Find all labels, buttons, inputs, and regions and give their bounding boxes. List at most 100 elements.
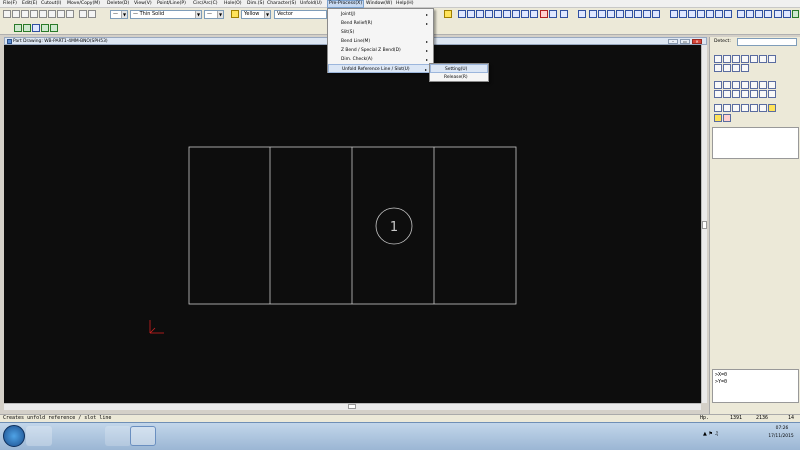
media-player-icon[interactable] [51, 426, 77, 446]
save-icon[interactable] [21, 10, 29, 18]
part-outline[interactable] [188, 146, 517, 305]
tangent-line-icon[interactable] [625, 10, 633, 18]
menu-move-copy[interactable]: Move/Copy(M) [67, 1, 100, 7]
menu-item-z-bend[interactable]: Z Bend / Special Z Bend(D) ▸ [328, 46, 433, 55]
tool-row3-1-icon[interactable] [714, 104, 722, 112]
move-icon[interactable] [783, 10, 791, 18]
notch-u-icon[interactable] [715, 10, 723, 18]
shape-d-icon[interactable] [732, 64, 740, 72]
pinned-app-icon[interactable] [155, 426, 181, 446]
shape-key-icon[interactable] [741, 64, 749, 72]
corner-chamfer-icon[interactable] [679, 10, 687, 18]
line-type-select[interactable]: — Thin Solid ▼ [130, 10, 202, 19]
cad-app-icon[interactable] [130, 426, 156, 446]
zoom-all-icon[interactable] [467, 10, 475, 18]
layer-icon[interactable] [57, 10, 65, 18]
menu-character[interactable]: Character(S) [267, 1, 296, 7]
polyline-icon[interactable] [616, 10, 624, 18]
tool-row3-4-icon[interactable] [741, 104, 749, 112]
file-explorer-icon[interactable] [26, 426, 52, 446]
menu-file[interactable]: File(F) [3, 1, 17, 7]
shape-slot-icon[interactable] [768, 55, 776, 63]
save-as-icon[interactable] [30, 10, 38, 18]
mirror-icon[interactable] [755, 10, 763, 18]
circle-icon[interactable] [652, 10, 660, 18]
shape-pin-icon[interactable] [714, 64, 722, 72]
tool-grid-11-icon[interactable] [741, 90, 749, 98]
menu-item-bend-line[interactable]: Bend Line(M) ▸ [328, 37, 433, 46]
rectangle-icon[interactable] [634, 10, 642, 18]
notch-icon[interactable] [697, 10, 705, 18]
diagonal-line-icon[interactable] [607, 10, 615, 18]
shape-square-icon[interactable] [723, 55, 731, 63]
snap-icon[interactable] [792, 10, 799, 18]
tool-grid-8-icon[interactable] [714, 90, 722, 98]
menu-cutout[interactable]: Cutout(I) [41, 1, 61, 7]
vertical-scroll-thumb[interactable] [702, 221, 707, 229]
menu-help[interactable]: Help(H) [396, 1, 414, 7]
tool-row3-7-icon[interactable] [768, 104, 776, 112]
start-button[interactable] [3, 425, 25, 447]
break-icon[interactable] [764, 10, 772, 18]
tray-icons[interactable]: ▲ ⚑ ♫ [703, 431, 719, 437]
tool-grid-4-icon[interactable] [741, 81, 749, 89]
horizontal-scroll-thumb[interactable] [348, 404, 356, 409]
layer-blue-icon[interactable] [32, 24, 40, 32]
redraw-icon[interactable] [512, 10, 520, 18]
tool-grid-12-icon[interactable] [750, 90, 758, 98]
menu-circ-arc[interactable]: Circ/Arc(C) [193, 1, 218, 7]
line-weight-select[interactable]: — ▼ [204, 10, 224, 19]
menu-view[interactable]: View(V) [134, 1, 152, 7]
zoom-in-icon[interactable] [485, 10, 493, 18]
shape-round-icon[interactable] [741, 55, 749, 63]
shape-circle-icon[interactable] [750, 55, 758, 63]
render-mode-select[interactable]: Vector [274, 10, 327, 19]
corner-icon[interactable] [670, 10, 678, 18]
tool-row3-6-icon[interactable] [759, 104, 767, 112]
tool-row4-1-icon[interactable] [714, 114, 722, 122]
vertical-scrollbar[interactable] [701, 45, 707, 403]
color-fill-icon[interactable] [540, 10, 548, 18]
layer-green-3-icon[interactable] [41, 24, 49, 32]
corner-round-icon[interactable] [688, 10, 696, 18]
copy-icon[interactable] [774, 10, 782, 18]
clock-time[interactable]: 07:26 [768, 426, 796, 431]
shape-obround-icon[interactable] [732, 55, 740, 63]
trim-icon[interactable] [724, 10, 732, 18]
shape-oval-icon[interactable] [759, 55, 767, 63]
close-button[interactable]: ✕ [692, 39, 702, 44]
drawing-canvas[interactable]: 1 [4, 45, 701, 403]
tool-grid-9-icon[interactable] [723, 90, 731, 98]
tool-grid-13-icon[interactable] [759, 90, 767, 98]
color-select[interactable]: Yellow ▼ [241, 10, 271, 19]
zoom-window-icon[interactable] [458, 10, 466, 18]
firefox-icon[interactable] [77, 426, 103, 446]
tool-row4-2-icon[interactable] [723, 114, 731, 122]
tool-grid-7-icon[interactable] [768, 81, 776, 89]
detect-input[interactable] [737, 38, 797, 46]
tool-grid-1-icon[interactable] [714, 81, 722, 89]
color-swatch-icon[interactable] [231, 10, 239, 18]
print-icon[interactable] [39, 10, 47, 18]
clock-date[interactable]: 17/11/2015 [764, 434, 798, 439]
menu-edit[interactable]: Edit(E) [22, 1, 37, 7]
offset-icon[interactable] [746, 10, 754, 18]
measure-icon[interactable] [530, 10, 538, 18]
minimize-button[interactable]: – [668, 39, 678, 44]
line-icon[interactable] [589, 10, 597, 18]
layer-green-2-icon[interactable] [23, 24, 31, 32]
maximize-button[interactable]: ▭ [680, 39, 690, 44]
layer-manager-icon[interactable] [549, 10, 557, 18]
polygon-icon[interactable] [643, 10, 651, 18]
menu-item-unfold-reference[interactable]: Unfold Reference Line / Slot(U) ▸ [328, 64, 433, 73]
menu-item-bend-relief[interactable]: Bend Relief(R) ▸ [328, 19, 433, 28]
pan-icon[interactable] [503, 10, 511, 18]
tool-grid-2-icon[interactable] [723, 81, 731, 89]
menu-item-slit[interactable]: Slit(S) [328, 28, 433, 37]
menu-hole[interactable]: Hole(O) [224, 1, 242, 7]
line-arrow-select[interactable]: — ▼ [110, 10, 128, 19]
tool-grid-6-icon[interactable] [759, 81, 767, 89]
grid-icon[interactable] [521, 10, 529, 18]
extend-icon[interactable] [737, 10, 745, 18]
notch-v-icon[interactable] [706, 10, 714, 18]
